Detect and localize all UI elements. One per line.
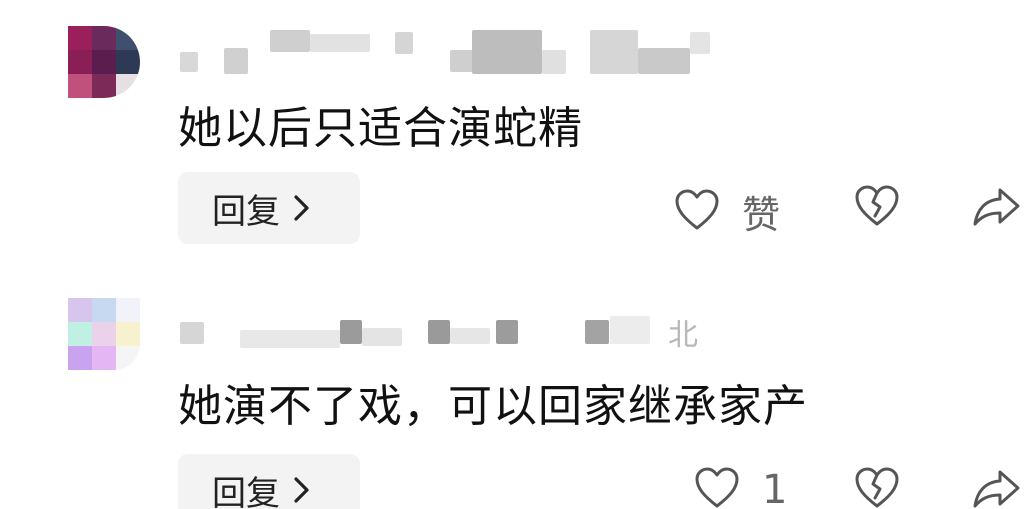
avatar-pixel [116,322,140,346]
share-arrow-icon [972,186,1022,232]
avatar-pixel [92,50,116,74]
blur-block [638,48,690,74]
comment-item: 她以后只适合演蛇精 回复 赞 [0,0,1025,260]
share-arrow-icon [972,468,1022,509]
avatar-pixel [116,346,140,370]
location-text: 北 [668,318,700,353]
heart-outline-icon [694,466,740,509]
reply-label: 回复 [212,191,280,232]
blur-block [496,320,518,344]
heart-outline-icon [674,188,720,236]
avatar-pixel [92,322,116,346]
avatar-pixel [68,26,92,50]
username-blurred [180,30,740,74]
blur-block [428,320,450,344]
avatar-pixel [68,298,92,322]
avatar-pixel [116,50,140,74]
blur-block [240,330,340,348]
blur-block [585,320,609,344]
reply-button[interactable]: 回复 [178,454,360,509]
avatar-pixel [92,298,116,322]
avatar-pixel [92,74,116,98]
dislike-button[interactable] [854,466,900,509]
blur-block [610,316,650,344]
comment-text: 她以后只适合演蛇精 [178,103,583,154]
username-blurred: 北 [180,316,740,360]
blur-block [450,328,490,344]
blur-block [690,32,710,54]
avatar-pixel [92,346,116,370]
avatar-pixel [68,50,92,74]
avatar-pixel [116,26,140,50]
blur-block [450,50,474,72]
share-button[interactable] [972,186,1022,232]
avatar-pixel [68,346,92,370]
avatar[interactable] [68,26,140,98]
like-label: 赞 [742,193,781,237]
like-button[interactable]: 赞 [674,184,780,239]
reply-label: 回复 [212,473,280,509]
avatar-pixel [92,26,116,50]
chevron-right-icon [292,475,312,505]
broken-heart-icon [854,184,900,232]
blur-block [340,320,362,344]
blur-block [472,30,542,74]
blur-block [542,50,566,74]
avatar-pixel [68,322,92,346]
chevron-right-icon [292,193,312,223]
blur-block [362,328,402,346]
share-button[interactable] [972,468,1022,509]
dislike-button[interactable] [854,184,900,232]
reply-button[interactable]: 回复 [178,172,360,244]
comment-text: 她演不了戏，可以回家继承家产 [178,381,808,432]
avatar-pixel [68,74,92,98]
blur-block [395,32,413,54]
avatar[interactable] [68,298,140,370]
like-count: 1 [762,467,788,509]
avatar-pixel [116,298,140,322]
blur-block [180,52,198,72]
blur-block [590,30,638,74]
comment-item: 北 她演不了戏，可以回家继承家产 回复 1 [0,270,1025,509]
blur-block [270,30,310,52]
avatar-pixel [116,74,140,98]
blur-block [310,34,370,52]
broken-heart-icon [854,466,900,509]
comment-list: 她以后只适合演蛇精 回复 赞 北 她演不了戏，可以回家继承家产 回复 1 [0,0,1025,509]
blur-block [224,48,248,74]
blur-block [180,322,204,344]
like-button[interactable]: 1 [694,466,787,509]
